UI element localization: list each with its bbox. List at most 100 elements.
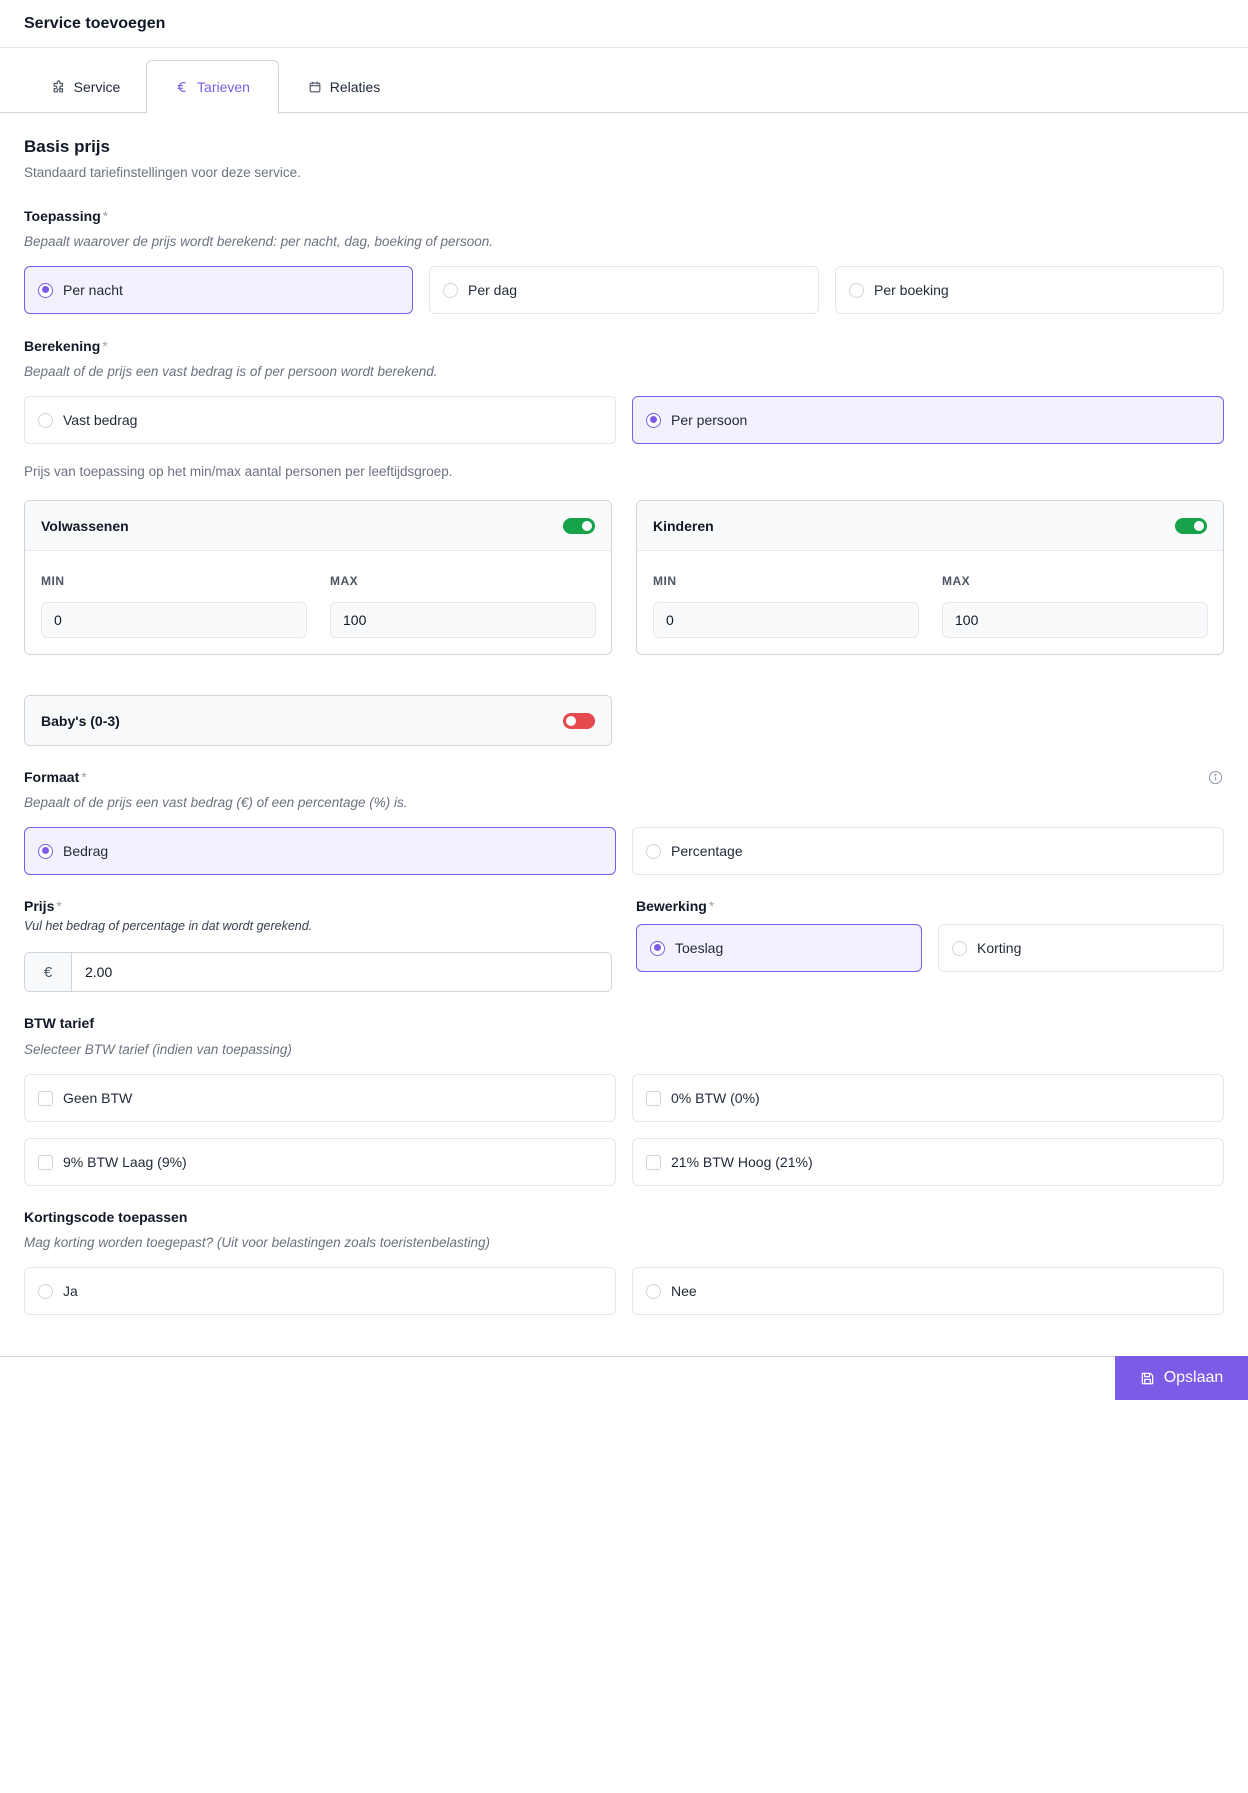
option-label: Toeslag (675, 940, 724, 956)
volwassenen-max-input[interactable] (330, 602, 596, 638)
kortingscode-option-nee[interactable]: Nee (632, 1267, 1224, 1315)
radio-icon (646, 1283, 661, 1299)
tab-tarieven-label: Tarieven (197, 79, 250, 95)
min-label: MIN (653, 574, 677, 588)
group-title: Baby's (0-3) (41, 713, 120, 729)
save-button-label: Opslaan (1163, 1369, 1224, 1386)
formaat-option-bedrag[interactable]: Bedrag (24, 827, 616, 875)
bewerking-option-toeslag[interactable]: Toeslag (636, 924, 922, 972)
kortingscode-help: Mag korting worden toegepast? (Uit voor … (24, 1235, 491, 1250)
toepassing-label-text: Toepassing (24, 208, 101, 224)
group-header: Volwassenen (25, 501, 611, 551)
babys-toggle[interactable] (563, 713, 595, 729)
required-marker: * (56, 898, 62, 914)
volwassenen-min-input[interactable] (41, 602, 307, 638)
formaat-option-percentage[interactable]: Percentage (632, 827, 1224, 875)
kinderen-toggle[interactable] (1175, 517, 1207, 534)
option-label: 0% BTW (0%) (671, 1090, 760, 1106)
formaat-help: Bepaalt of de prijs een vast bedrag (€) … (24, 795, 408, 810)
option-label: Nee (671, 1283, 697, 1299)
radio-icon (646, 412, 661, 428)
btw-label: BTW tarief (24, 1015, 94, 1031)
option-label: Percentage (671, 843, 743, 859)
modal-header: Service toevoegen (0, 0, 1248, 48)
kortingscode-option-ja[interactable]: Ja (24, 1267, 616, 1315)
group-babys: Baby's (0-3) (24, 695, 612, 746)
btw-option-21[interactable]: 21% BTW Hoog (21%) (632, 1138, 1224, 1186)
option-label: Geen BTW (63, 1090, 133, 1106)
calendar-icon (309, 81, 321, 93)
group-title: Volwassenen (41, 517, 129, 534)
toggle-knob (566, 716, 576, 726)
group-header: Kinderen (637, 501, 1223, 551)
toepassing-option-per-nacht[interactable]: Per nacht (24, 266, 413, 314)
radio-icon (38, 1283, 53, 1299)
required-marker: * (81, 769, 87, 785)
btw-option-geen[interactable]: Geen BTW (24, 1074, 616, 1122)
required-marker: * (102, 208, 109, 224)
modal-title: Service toevoegen (24, 15, 166, 32)
option-label: Korting (977, 940, 1022, 956)
kortingscode-label: Kortingscode toepassen (24, 1209, 188, 1225)
checkbox-icon (38, 1090, 53, 1106)
volwassenen-toggle[interactable] (563, 517, 595, 534)
info-icon[interactable] (1208, 770, 1223, 785)
required-marker: * (708, 898, 715, 914)
group-header: Baby's (0-3) (25, 696, 611, 745)
group-kinderen: Kinderen MIN MAX (636, 500, 1224, 655)
group-title: Kinderen (653, 517, 714, 534)
footer-divider (0, 1356, 1248, 1357)
bewerking-option-korting[interactable]: Korting (938, 924, 1224, 972)
euro-icon (177, 82, 186, 92)
formaat-label: Formaat * (24, 769, 87, 785)
prijs-field: € (24, 952, 612, 992)
option-label: Per persoon (671, 412, 748, 428)
option-label: Bedrag (63, 843, 109, 859)
persons-note: Prijs van toepassing op het min/max aant… (24, 464, 453, 479)
radio-icon (650, 940, 665, 956)
berekening-help: Bepaalt of de prijs een vast bedrag is o… (24, 364, 438, 379)
radio-icon (443, 282, 458, 298)
prijs-label: Prijs * (24, 898, 62, 914)
bewerking-label: Bewerking * (636, 898, 714, 914)
option-label: Per nacht (63, 282, 123, 298)
tab-bar: Service Tarieven Relaties (0, 48, 1248, 114)
prijs-help: Vul het bedrag of percentage in dat word… (24, 919, 313, 933)
prijs-input[interactable] (72, 953, 611, 991)
option-label: Vast bedrag (63, 412, 138, 428)
berekening-label-text: Berekening (24, 338, 101, 354)
toggle-knob (582, 520, 592, 531)
required-marker: * (102, 338, 108, 354)
checkbox-icon (646, 1154, 661, 1170)
btw-option-0[interactable]: 0% BTW (0%) (632, 1074, 1224, 1122)
bewerking-label-text: Bewerking (636, 898, 707, 914)
tab-relaties-label: Relaties (329, 79, 381, 95)
berekening-option-vast-bedrag[interactable]: Vast bedrag (24, 396, 616, 444)
kinderen-max-input[interactable] (942, 602, 1208, 638)
euro-prefix: € (25, 953, 72, 991)
berekening-option-per-persoon[interactable]: Per persoon (632, 396, 1224, 444)
toggle-knob (1194, 520, 1204, 531)
puzzle-icon (53, 80, 63, 93)
tab-service[interactable]: Service (28, 60, 144, 114)
radio-icon (38, 282, 53, 298)
radio-icon (849, 282, 864, 298)
option-label: Per dag (468, 282, 518, 298)
tab-tarieven[interactable]: Tarieven (146, 60, 279, 114)
tab-service-label: Service (73, 79, 121, 95)
berekening-label: Berekening * (24, 338, 108, 354)
save-button[interactable]: Opslaan (1115, 1356, 1248, 1400)
btw-help: Selecteer BTW tarief (indien van toepass… (24, 1042, 292, 1057)
option-label: Per boeking (874, 282, 949, 298)
min-label: MIN (41, 574, 65, 588)
kinderen-min-input[interactable] (653, 602, 919, 638)
tab-relaties[interactable]: Relaties (284, 60, 404, 114)
section-subtitle: Standaard tariefinstellingen voor deze s… (24, 165, 301, 180)
save-icon (1141, 1372, 1153, 1384)
toepassing-option-per-dag[interactable]: Per dag (429, 266, 819, 314)
option-label: 21% BTW Hoog (21%) (671, 1154, 813, 1170)
toepassing-option-per-boeking[interactable]: Per boeking (835, 266, 1224, 314)
btw-option-9[interactable]: 9% BTW Laag (9%) (24, 1138, 616, 1186)
option-label: 9% BTW Laag (9%) (63, 1154, 187, 1170)
section-title: Basis prijs (24, 137, 110, 156)
